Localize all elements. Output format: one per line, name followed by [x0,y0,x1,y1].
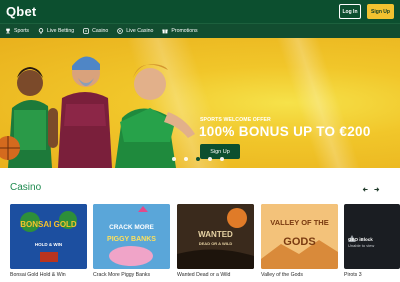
bonsai-tree-art [10,204,87,269]
carousel-dot[interactable] [208,157,212,161]
carousel-dot[interactable] [184,157,188,161]
game-label[interactable]: Pirots 3 [344,272,362,278]
casino-icon [83,28,89,34]
gift-icon [162,28,169,34]
nav-label: Live Betting [47,28,75,34]
hero-banner[interactable]: SPORTS WELCOME OFFER 100% BONUS UP TO €2… [0,38,400,168]
game-art-subtitle: DEAD OR A WILD [198,241,233,246]
nav-label: Sports [14,28,29,34]
game-art-subtitle: GODS [283,236,316,248]
game-art-title: GEO iBlock [348,237,373,242]
nav-item-casino[interactable]: Casino [83,28,108,34]
carousel-dot[interactable] [172,157,176,161]
game-label[interactable]: Bonsai Gold Hold & Win [10,272,66,278]
hero-light-streak [276,38,364,168]
live-casino-icon [117,28,124,34]
carousel-dot[interactable] [220,157,224,161]
qbet-logo[interactable]: Qbet [6,4,36,19]
game-art-title: VALLEY OF THE [270,218,329,227]
nav-item-sports[interactable]: Sports [5,28,29,34]
nav-label: Casino [92,28,109,34]
hero-title: 100% BONUS UP TO €200 [199,124,371,139]
nav-label: Promotions [171,28,198,34]
nav-label: Live Casino [126,28,154,34]
hero-athletes-illustration [0,56,195,168]
site-header: Qbet Log In Sign Up [0,0,400,23]
game-tile[interactable]: WANTED DEAD OR A WILD [177,204,254,269]
nav-item-live-casino[interactable]: Live Casino [117,28,153,34]
trophy-icon [5,28,11,34]
game-art-title: CRACK MORE [109,224,154,231]
game-label[interactable]: Valley of the Gods [261,272,303,278]
game-art-title: BONSAI GOLD [20,220,77,229]
game-art-subtitle: Unable to view [348,243,375,248]
signup-button[interactable]: Sign Up [367,4,394,19]
game-tile[interactable]: BONSAI GOLD HOLD & WIN [10,204,87,269]
game-tile[interactable]: VALLEY OF THE GODS [261,204,338,269]
game-tile[interactable]: CRACK MORE PIGGY BANKS [93,204,170,269]
geo-block-icon [348,229,356,242]
arrow-right-icon[interactable] [372,185,380,193]
game-tile[interactable]: GEO iBlock Unable to view [344,204,400,269]
casino-section-title: Casino [10,182,42,193]
live-betting-icon [38,28,44,34]
game-art-subtitle: PIGGY BANKS [107,236,156,243]
carousel-dot-active[interactable] [196,157,200,161]
arrow-left-icon[interactable] [361,185,369,193]
game-label[interactable]: Crack More Piggy Banks [93,272,150,278]
hero-subtitle: SPORTS WELCOME OFFER [200,117,271,123]
carousel-dots [172,157,232,161]
game-art-title: WANTED [198,230,233,239]
game-art-subtitle: HOLD & WIN [34,242,63,247]
login-button[interactable]: Log In [339,4,361,19]
game-label[interactable]: Wanted Dead or a Wild [177,272,230,278]
nav-item-live-betting[interactable]: Live Betting [38,28,74,34]
nav-item-promotions[interactable]: Promotions [162,28,198,34]
main-nav: Sports Live Betting Casino Live Casino P… [0,23,400,38]
